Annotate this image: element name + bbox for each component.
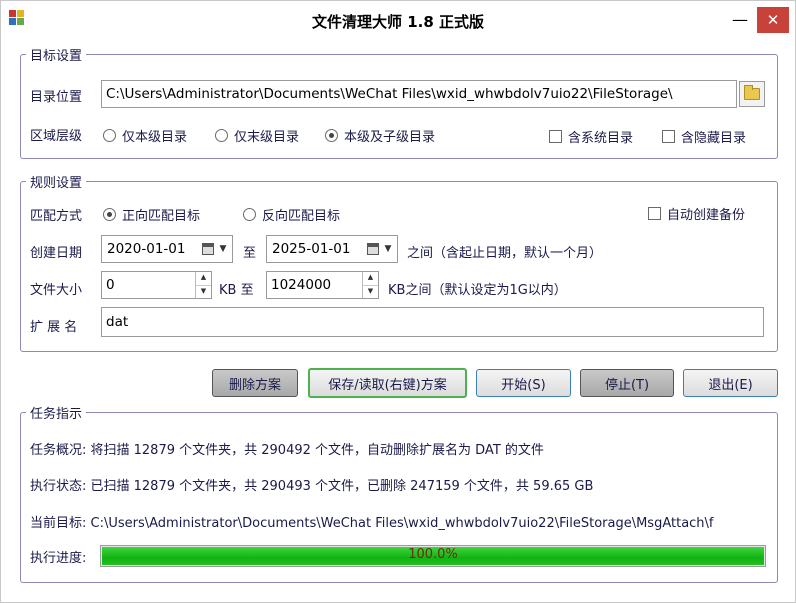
browse-folder-button[interactable]	[739, 81, 765, 107]
scope-radio-leaf-only[interactable]: 仅末级目录	[215, 126, 299, 145]
scope-option-label: 本级及子级目录	[344, 130, 436, 145]
date-note: 之间（含起止日期，默认一个月）	[407, 246, 603, 261]
close-button[interactable]: ✕	[757, 7, 789, 33]
scope-option-label: 仅末级目录	[234, 130, 300, 145]
task-status: 执行状态: 已扫描 12879 个文件夹，共 290493 个文件，已删除 24…	[30, 479, 594, 494]
task-overview: 任务概况: 将扫描 12879 个文件夹，共 290492 个文件，自动删除扩展…	[30, 443, 544, 458]
match-option-label: 反向匹配目标	[262, 209, 341, 224]
checkbox-indicator	[648, 207, 661, 220]
chevron-down-icon: ▼	[384, 244, 392, 254]
dir-label: 目录位置	[30, 90, 83, 105]
match-radio-reverse[interactable]: 反向匹配目标	[243, 205, 340, 224]
spin-down-icon[interactable]: ▼	[363, 286, 378, 299]
size-from-value: 0	[106, 277, 115, 293]
minimize-button[interactable]: —	[723, 7, 757, 33]
dir-input[interactable]: C:\Users\Administrator\Documents\WeChat …	[101, 80, 737, 108]
match-radio-forward[interactable]: 正向匹配目标	[103, 205, 200, 224]
task-legend: 任务指示	[26, 403, 87, 422]
match-option-label: 正向匹配目标	[122, 209, 201, 224]
date-from-picker[interactable]: 2020-01-01 ▼	[101, 235, 233, 263]
date-to-picker[interactable]: 2025-01-01 ▼	[266, 235, 398, 263]
folder-icon	[744, 85, 760, 100]
task-current-target: 当前目标: C:\Users\Administrator\Documents\W…	[30, 516, 714, 531]
title-bar[interactable]: 文件清理大师 1.8 正式版 — ✕	[1, 1, 795, 39]
include-system-checkbox[interactable]: 含系统目录	[549, 127, 633, 146]
ext-label: 扩 展 名	[30, 320, 78, 335]
exit-button[interactable]: 退出(E)	[683, 369, 778, 397]
size-kb-to: KB 至	[219, 283, 254, 298]
progress-label: 执行进度:	[30, 551, 87, 566]
calendar-icon	[202, 243, 214, 255]
spin-down-icon[interactable]: ▼	[196, 286, 211, 299]
ext-input[interactable]: dat	[101, 307, 764, 337]
spin-buttons[interactable]: ▲ ▼	[362, 272, 378, 298]
window-title: 文件清理大师 1.8 正式版	[311, 13, 485, 31]
scope-radio-current-only[interactable]: 仅本级目录	[103, 126, 187, 145]
calendar-icon	[367, 243, 379, 255]
size-to-stepper[interactable]: 1024000 ▲ ▼	[266, 271, 379, 299]
spin-up-icon[interactable]: ▲	[363, 272, 378, 286]
chevron-down-icon: ▼	[219, 244, 227, 254]
spin-buttons[interactable]: ▲ ▼	[195, 272, 211, 298]
save-load-scheme-button[interactable]: 保存/读取(右键)方案	[308, 368, 467, 398]
include-system-label: 含系统目录	[568, 131, 634, 146]
date-to-word: 至	[243, 246, 257, 261]
rule-settings-legend: 规则设置	[26, 172, 87, 191]
spin-up-icon[interactable]: ▲	[196, 272, 211, 286]
date-label: 创建日期	[30, 246, 83, 261]
radio-indicator-selected	[325, 129, 338, 142]
size-note: KB之间（默认设定为1G以内）	[388, 283, 567, 298]
checkbox-indicator	[662, 130, 675, 143]
app-window: 文件清理大师 1.8 正式版 — ✕ 目标设置 目录位置 C:\Users\Ad…	[0, 0, 796, 603]
stop-button[interactable]: 停止(T)	[580, 369, 674, 397]
auto-backup-checkbox[interactable]: 自动创建备份	[648, 204, 745, 223]
radio-indicator	[215, 129, 228, 142]
scope-label: 区域层级	[30, 129, 83, 144]
include-hidden-label: 含隐藏目录	[681, 131, 747, 146]
progress-percent: 100.0%	[408, 547, 458, 562]
date-to-value: 2025-01-01	[272, 241, 351, 257]
progress-bar: 100.0%	[100, 545, 766, 567]
size-from-stepper[interactable]: 0 ▲ ▼	[101, 271, 212, 299]
scope-option-label: 仅本级目录	[122, 130, 188, 145]
size-to-value: 1024000	[271, 277, 332, 293]
checkbox-indicator	[549, 130, 562, 143]
date-from-value: 2020-01-01	[107, 241, 186, 257]
radio-indicator-selected	[103, 208, 116, 221]
delete-scheme-button[interactable]: 删除方案	[212, 369, 298, 397]
auto-backup-label: 自动创建备份	[667, 208, 746, 223]
size-label: 文件大小	[30, 283, 83, 298]
start-button[interactable]: 开始(S)	[476, 369, 571, 397]
target-settings-legend: 目标设置	[26, 45, 87, 64]
radio-indicator	[103, 129, 116, 142]
radio-indicator	[243, 208, 256, 221]
scope-radio-recursive[interactable]: 本级及子级目录	[325, 126, 435, 145]
include-hidden-checkbox[interactable]: 含隐藏目录	[662, 127, 746, 146]
match-label: 匹配方式	[30, 209, 83, 224]
